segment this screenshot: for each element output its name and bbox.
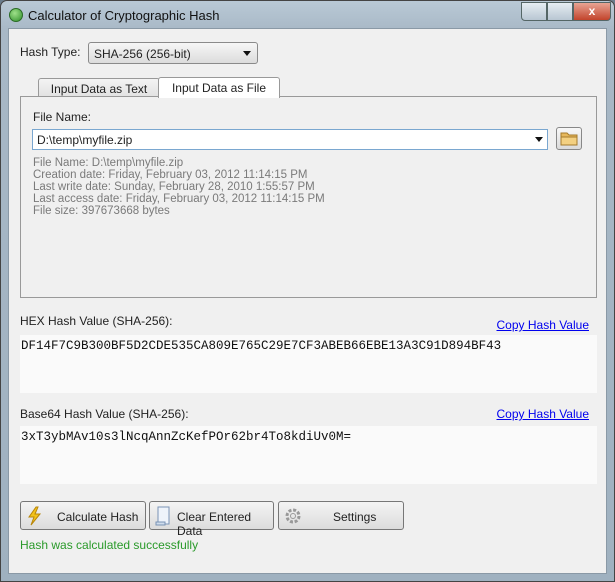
tab-label: Input Data as File [171,81,267,95]
file-info-name: File Name: D:\temp\myfile.zip [33,157,184,169]
hex-hash-output[interactable]: DF14F7C9B300BF5D2CDE535CA809E765C29E7CF3… [20,335,597,393]
base64-hash-output[interactable]: 3xT3ybMAv10s3lNcqAnnZcKefPOr62br4To8kdiU… [20,426,597,484]
file-name-value: D:\temp\myfile.zip [37,133,133,147]
minimize-button[interactable] [521,2,547,21]
lightning-icon [28,506,42,526]
close-icon: x [588,4,596,18]
settings-label: Settings [333,510,377,524]
chevron-down-icon [243,51,251,56]
base64-hash-label: Base64 Hash Value (SHA-256): [20,407,189,421]
folder-icon [560,132,578,146]
copy-hex-hash-link[interactable]: Copy Hash Value [497,318,590,332]
file-name-label: File Name: [33,110,92,124]
calculate-hash-button[interactable]: Calculate Hash [20,501,146,530]
app-shield-icon [9,8,23,22]
maximize-button[interactable] [547,2,573,21]
chevron-down-icon[interactable] [535,137,543,142]
clear-data-button[interactable]: Clear Entered Data [149,501,274,538]
gear-icon [285,508,301,524]
file-info-creation: Creation date: Friday, February 03, 2012… [33,169,308,181]
browse-folder-button[interactable] [556,127,582,150]
window-title: Calculator of Cryptographic Hash [28,8,220,23]
tab-input-text[interactable]: Input Data as Text [38,78,160,97]
file-info-size: File size: 397673668 bytes [33,205,170,217]
file-name-input[interactable]: D:\temp\myfile.zip [32,129,548,150]
hash-type-select[interactable]: SHA-256 (256-bit) [88,42,258,64]
file-info-last-access: Last access date: Friday, February 03, 2… [33,193,325,205]
eraser-page-icon [155,506,170,526]
tab-label: Input Data as Text [50,82,148,96]
status-message: Hash was calculated successfully [20,538,199,552]
clear-data-label: Clear Entered Data [177,510,252,538]
hash-type-value: SHA-256 (256-bit) [94,47,191,61]
hex-hash-label: HEX Hash Value (SHA-256): [20,314,173,328]
hash-type-label: Hash Type: [20,45,81,59]
copy-base64-hash-link[interactable]: Copy Hash Value [497,407,590,421]
tab-input-file[interactable]: Input Data as File [158,77,280,98]
file-info-last-write: Last write date: Sunday, February 28, 20… [33,181,315,193]
close-button[interactable]: x [573,2,611,21]
calculate-hash-label: Calculate Hash [57,510,139,524]
settings-button[interactable]: Settings [278,501,404,530]
